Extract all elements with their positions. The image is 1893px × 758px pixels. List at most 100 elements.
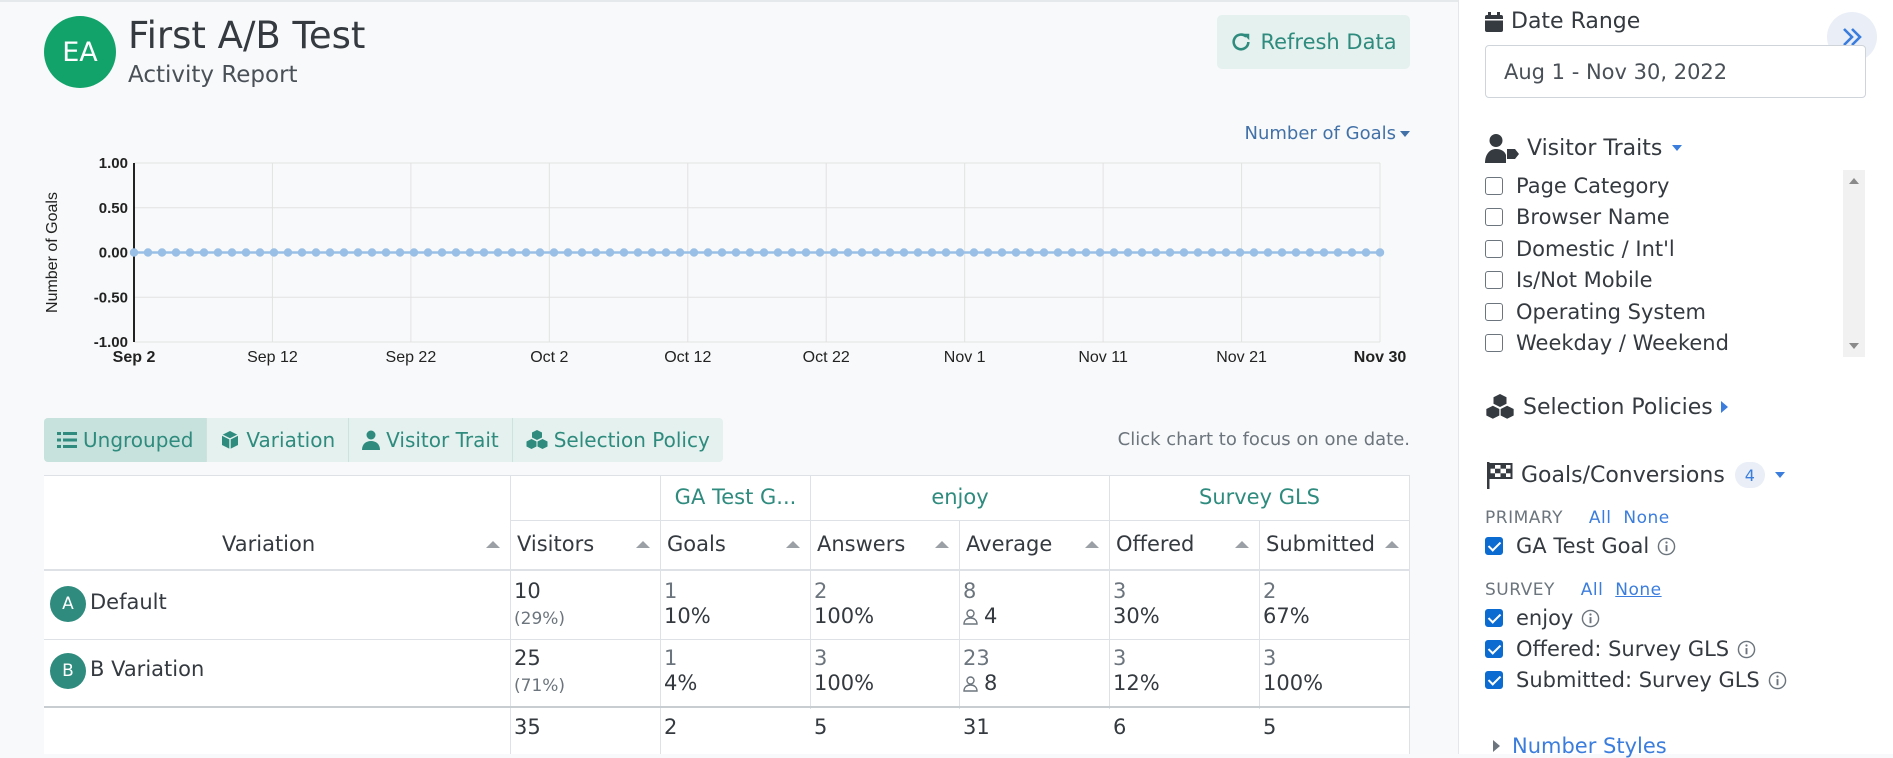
- data-point[interactable]: [927, 248, 937, 257]
- data-point[interactable]: [255, 248, 265, 257]
- data-point[interactable]: [1333, 248, 1343, 257]
- data-point[interactable]: [199, 248, 209, 257]
- info-icon[interactable]: [1737, 640, 1756, 659]
- data-point[interactable]: [1179, 248, 1189, 257]
- checkbox[interactable]: [1485, 537, 1503, 555]
- trait-list-scrollbar[interactable]: [1843, 170, 1865, 357]
- data-point[interactable]: [1165, 248, 1175, 257]
- sort-icon[interactable]: [1235, 541, 1249, 548]
- primary-goal-row[interactable]: GA Test Goal: [1485, 534, 1676, 558]
- sort-icon[interactable]: [935, 541, 949, 548]
- group-header-survey-gls[interactable]: Survey GLS: [1110, 485, 1409, 509]
- data-point[interactable]: [717, 248, 727, 257]
- tab-visitor-trait[interactable]: Visitor Trait: [349, 418, 513, 462]
- data-point[interactable]: [549, 248, 559, 257]
- visitor-traits-heading[interactable]: Visitor Traits: [1485, 133, 1683, 163]
- data-point[interactable]: [703, 248, 713, 257]
- data-point[interactable]: [1053, 248, 1063, 257]
- checkbox[interactable]: [1485, 176, 1503, 195]
- data-point[interactable]: [1235, 248, 1245, 257]
- sort-icon[interactable]: [1085, 541, 1099, 548]
- data-point[interactable]: [479, 248, 489, 257]
- data-point[interactable]: [1263, 248, 1273, 257]
- data-point[interactable]: [1249, 248, 1259, 257]
- data-point[interactable]: [745, 248, 755, 257]
- info-icon[interactable]: [1581, 609, 1600, 628]
- column-header-offered[interactable]: Offered: [1116, 532, 1194, 556]
- data-point[interactable]: [1011, 248, 1021, 257]
- scroll-up-icon[interactable]: [1849, 178, 1859, 184]
- group-header-enjoy[interactable]: enjoy: [811, 485, 1109, 509]
- trait-option[interactable]: Browser Name: [1485, 202, 1875, 234]
- data-point[interactable]: [899, 248, 909, 257]
- sort-icon[interactable]: [1385, 541, 1399, 548]
- data-point[interactable]: [283, 248, 293, 257]
- data-point[interactable]: [297, 248, 307, 257]
- data-point[interactable]: [241, 248, 251, 257]
- refresh-data-button[interactable]: Refresh Data: [1217, 15, 1410, 69]
- number-styles-toggle[interactable]: Number Styles: [1493, 734, 1667, 758]
- data-point[interactable]: [647, 248, 657, 257]
- column-header-variation[interactable]: Variation: [222, 532, 315, 556]
- checkbox[interactable]: [1485, 609, 1503, 627]
- data-point[interactable]: [1361, 248, 1371, 257]
- data-point[interactable]: [1081, 248, 1091, 257]
- data-point[interactable]: [605, 248, 615, 257]
- data-point[interactable]: [451, 248, 461, 257]
- checkbox[interactable]: [1485, 640, 1503, 658]
- data-point[interactable]: [787, 248, 797, 257]
- data-point[interactable]: [325, 248, 335, 257]
- data-point[interactable]: [1039, 248, 1049, 257]
- data-point[interactable]: [129, 248, 139, 257]
- info-icon[interactable]: [1657, 537, 1676, 556]
- data-point[interactable]: [885, 248, 895, 257]
- survey-goal-row[interactable]: enjoy: [1485, 606, 1600, 630]
- trait-option[interactable]: Weekday / Weekend: [1485, 328, 1875, 360]
- data-point[interactable]: [409, 248, 419, 257]
- data-point[interactable]: [227, 248, 237, 257]
- data-point[interactable]: [1123, 248, 1133, 257]
- data-point[interactable]: [381, 248, 391, 257]
- data-point[interactable]: [1305, 248, 1315, 257]
- data-point[interactable]: [1151, 248, 1161, 257]
- column-header-submitted[interactable]: Submitted: [1266, 532, 1375, 556]
- data-point[interactable]: [983, 248, 993, 257]
- trait-option[interactable]: Operating System: [1485, 296, 1875, 328]
- trait-option[interactable]: Domestic / Int'l: [1485, 233, 1875, 265]
- data-point[interactable]: [689, 248, 699, 257]
- checkbox[interactable]: [1485, 239, 1503, 258]
- data-point[interactable]: [1277, 248, 1287, 257]
- data-point[interactable]: [997, 248, 1007, 257]
- data-point[interactable]: [185, 248, 195, 257]
- data-point[interactable]: [815, 248, 825, 257]
- data-point[interactable]: [801, 248, 811, 257]
- trait-option[interactable]: Is/Not Mobile: [1485, 265, 1875, 297]
- data-point[interactable]: [157, 248, 167, 257]
- data-point[interactable]: [311, 248, 321, 257]
- data-point[interactable]: [339, 248, 349, 257]
- data-point[interactable]: [437, 248, 447, 257]
- data-point[interactable]: [1291, 248, 1301, 257]
- survey-goal-row[interactable]: Offered: Survey GLS: [1485, 637, 1756, 661]
- data-point[interactable]: [773, 248, 783, 257]
- data-point[interactable]: [829, 248, 839, 257]
- data-point[interactable]: [143, 248, 153, 257]
- column-header-answers[interactable]: Answers: [817, 532, 905, 556]
- data-point[interactable]: [353, 248, 363, 257]
- sort-icon[interactable]: [486, 541, 500, 548]
- primary-none-link[interactable]: None: [1623, 508, 1669, 528]
- checkbox[interactable]: [1485, 271, 1503, 290]
- data-point[interactable]: [1319, 248, 1329, 257]
- data-point[interactable]: [1207, 248, 1217, 257]
- checkbox[interactable]: [1485, 208, 1503, 227]
- metric-select[interactable]: Number of Goals: [1245, 123, 1410, 144]
- data-point[interactable]: [591, 248, 601, 257]
- column-header-average[interactable]: Average: [966, 532, 1052, 556]
- data-point[interactable]: [465, 248, 475, 257]
- data-point[interactable]: [577, 248, 587, 257]
- data-point[interactable]: [913, 248, 923, 257]
- data-point[interactable]: [661, 248, 671, 257]
- data-point[interactable]: [507, 248, 517, 257]
- data-point[interactable]: [1109, 248, 1119, 257]
- data-point[interactable]: [871, 248, 881, 257]
